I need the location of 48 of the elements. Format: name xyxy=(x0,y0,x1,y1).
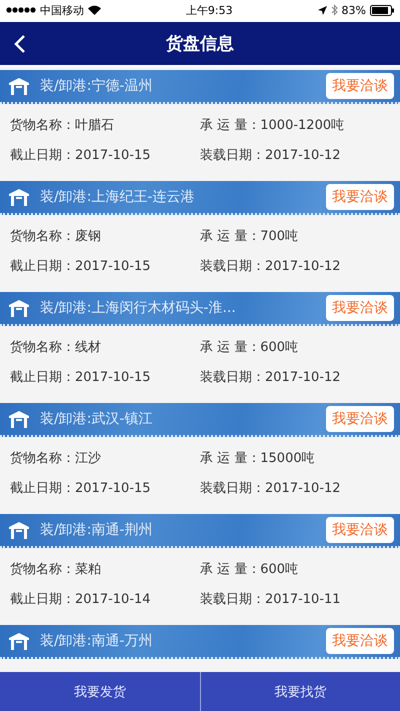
cargo-detail: 截止日期：2017-10-15 xyxy=(10,146,152,164)
signal-icon xyxy=(6,7,36,13)
cargo-detail: 货物名称：废钢 xyxy=(10,228,102,246)
cargo-detail: 货物名称：叶腊石 xyxy=(10,117,115,135)
cargo-detail: 货物名称：江沙 xyxy=(10,450,102,468)
cargo-detail: 装载日期：2017-10-12 xyxy=(200,146,342,164)
battery-percent: 83% xyxy=(342,4,366,16)
negotiate-button[interactable]: 我要洽谈 xyxy=(326,517,394,543)
shelter-icon xyxy=(8,77,30,95)
cargo-detail: 装载日期：2017-10-11 xyxy=(200,590,342,608)
route-text: 装/卸港:南通-万州 xyxy=(40,632,154,650)
negotiate-button[interactable]: 我要洽谈 xyxy=(326,628,394,654)
route-text: 装/卸港:上海纪王-连云港 xyxy=(40,188,196,206)
cargo-detail: 承 运 量：1000-1200吨 xyxy=(200,117,346,135)
route-text: 装/卸港:上海闵行木材码头-淮... xyxy=(40,299,237,317)
negotiate-button[interactable]: 我要洽谈 xyxy=(326,184,394,210)
location-icon xyxy=(318,6,327,14)
page-title: 货盘信息 xyxy=(166,33,234,55)
cargo-detail: 截止日期：2017-10-15 xyxy=(10,480,152,498)
bluetooth-icon xyxy=(330,4,338,16)
wifi-icon xyxy=(88,5,101,15)
clock: 上午9:53 xyxy=(186,2,233,18)
route-text: 装/卸港:宁德-温州 xyxy=(40,77,154,95)
cargo-detail: 截止日期：2017-10-15 xyxy=(10,258,152,276)
negotiate-button[interactable]: 我要洽谈 xyxy=(326,73,394,99)
cargo-detail: 承 运 量：600吨 xyxy=(200,339,300,357)
cargo-detail: 货物名称：菜粕 xyxy=(10,561,102,579)
shelter-icon xyxy=(8,410,30,428)
cargo-detail: 装载日期：2017-10-12 xyxy=(200,258,342,276)
cargo-detail: 装载日期：2017-10-12 xyxy=(200,368,342,386)
cargo-detail: 货物名称：线材 xyxy=(10,339,102,357)
cargo-detail: 承 运 量：15000吨 xyxy=(200,450,316,468)
negotiate-button[interactable]: 我要洽谈 xyxy=(326,295,394,321)
cargo-detail: 装载日期：2017-10-12 xyxy=(200,480,342,498)
cargo-detail: 截止日期：2017-10-14 xyxy=(10,590,152,608)
shelter-icon xyxy=(8,521,30,539)
shelter-icon xyxy=(8,632,30,650)
route-text: 装/卸港:南通-荆州 xyxy=(40,521,154,539)
shelter-icon xyxy=(8,299,30,317)
shelter-icon xyxy=(8,188,30,206)
carrier-name: 中国移动 xyxy=(40,2,84,18)
battery-icon xyxy=(370,4,394,16)
route-text: 装/卸港:武汉-镇江 xyxy=(40,410,154,428)
cargo-detail: 承 运 量：600吨 xyxy=(200,561,300,579)
cargo-detail: 截止日期：2017-10-15 xyxy=(10,368,152,386)
negotiate-button[interactable]: 我要洽谈 xyxy=(326,406,394,432)
back-icon xyxy=(14,34,26,54)
cargo-detail: 承 运 量：700吨 xyxy=(200,228,300,246)
